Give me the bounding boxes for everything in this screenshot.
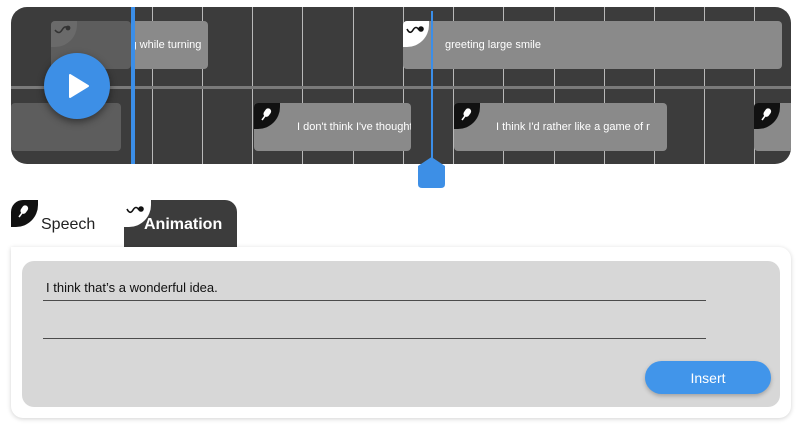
timeline[interactable]: laughing while turning greeting large sm… (11, 7, 791, 164)
microphone-icon (754, 103, 780, 129)
timeline-clip-laughing[interactable]: laughing while turning (131, 21, 208, 69)
speech-text-input-2[interactable] (43, 316, 712, 333)
play-button[interactable] (44, 53, 110, 119)
timeline-clip-thought[interactable]: I don't think I've thought (254, 103, 411, 151)
microphone-icon (454, 103, 480, 129)
microphone-icon (11, 200, 38, 227)
microphone-icon (254, 103, 280, 129)
tab-label: Speech (41, 216, 96, 233)
speech-panel: Insert (11, 247, 791, 418)
speech-line-1[interactable] (43, 278, 712, 301)
timeline-clip[interactable] (754, 103, 791, 151)
speech-line-2[interactable] (43, 316, 712, 339)
clip-label: greeting large smile (445, 39, 541, 51)
timeline-clip-game[interactable]: I think I'd rather like a game of r (454, 103, 667, 151)
clip-label: I don't think I've thought (297, 121, 411, 133)
insert-button[interactable]: Insert (645, 361, 771, 394)
track-divider (11, 86, 791, 89)
tab-speech[interactable]: Speech (11, 200, 124, 247)
tab-label: Animation (144, 216, 223, 233)
clip-label: laughing while turning (131, 39, 202, 51)
playhead-line[interactable] (431, 11, 433, 164)
speech-text-input[interactable] (43, 278, 712, 295)
clip-label: I think I'd rather like a game of r (496, 121, 650, 133)
tab-animation[interactable]: Animation (124, 200, 237, 247)
playhead-handle[interactable] (418, 157, 445, 188)
speech-form: Insert (22, 261, 780, 407)
play-icon (69, 74, 89, 98)
timeline-clip-greeting[interactable]: greeting large smile (403, 21, 782, 69)
animation-curve-icon (403, 21, 429, 47)
timeline-start-marker[interactable] (131, 7, 135, 164)
animation-curve-icon (51, 21, 77, 47)
